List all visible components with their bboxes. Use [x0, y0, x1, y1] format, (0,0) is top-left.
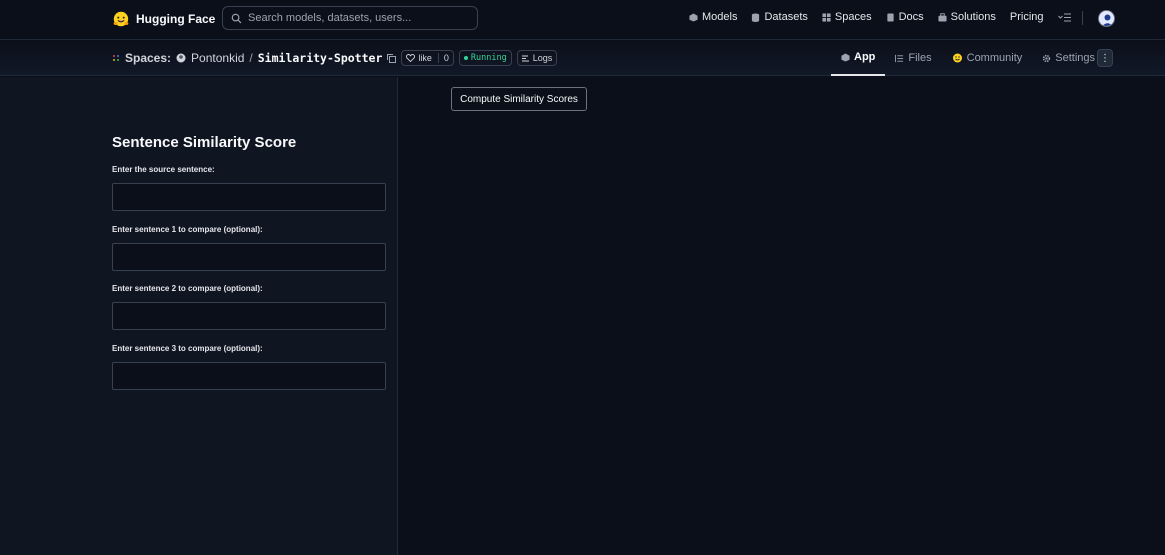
nav-links: Models Datasets Spaces Docs Solutions Pr…	[689, 11, 1072, 23]
nav-datasets[interactable]: Datasets	[751, 11, 808, 23]
menu-icon	[1057, 13, 1071, 21]
datasets-icon	[752, 12, 760, 22]
logs-label: Logs	[532, 53, 553, 63]
nav-models[interactable]: Models	[689, 11, 737, 23]
copy-icon[interactable]	[387, 53, 397, 63]
space-header: Spaces: Pontonkid / Similarity-Spotter lik…	[0, 40, 1165, 76]
sentence-1-input[interactable]	[112, 243, 386, 271]
source-sentence-input[interactable]	[112, 183, 386, 211]
spaces-grid-icon	[113, 55, 119, 61]
nav-divider	[1082, 11, 1083, 25]
docs-icon	[886, 12, 894, 22]
path-separator: /	[249, 51, 253, 65]
like-count: 0	[437, 53, 449, 63]
nav-solutions-label: Solutions	[950, 11, 996, 23]
space-tabs: App Files Community Settings	[831, 40, 1105, 76]
nav-models-label: Models	[702, 11, 738, 23]
brand-name: Hugging Face	[136, 12, 216, 26]
source-sentence-label: Enter the source sentence:	[112, 165, 215, 174]
status-badge: Running	[458, 50, 512, 66]
app-icon	[841, 52, 850, 62]
nav-spaces-label: Spaces	[834, 11, 872, 23]
status-text: Running	[470, 53, 507, 63]
hugging-face-logo-icon	[113, 11, 129, 27]
tab-files-label: Files	[908, 52, 932, 64]
tab-app-label: App	[854, 51, 876, 63]
user-avatar-icon	[1099, 11, 1114, 26]
files-icon	[895, 54, 904, 62]
nav-pricing-label: Pricing	[1009, 11, 1044, 23]
nav-more-menu[interactable]	[1057, 13, 1072, 22]
search-input[interactable]	[248, 12, 468, 24]
app-title: Sentence Similarity Score	[112, 134, 297, 151]
search-box[interactable]	[222, 6, 478, 30]
spaces-label: Spaces:	[125, 51, 172, 65]
sentence-2-input[interactable]	[112, 302, 386, 330]
sentence-2-label: Enter sentence 2 to compare (optional):	[112, 284, 263, 293]
spaces-icon	[822, 12, 831, 22]
top-navigation: Hugging Face Models Datasets Spaces Docs…	[0, 0, 1165, 40]
tab-community-label: Community	[966, 52, 1023, 64]
nav-docs-label: Docs	[898, 11, 924, 23]
tab-community[interactable]: Community	[942, 40, 1033, 76]
kebab-icon: ⋮	[1100, 52, 1110, 64]
sentence-3-label: Enter sentence 3 to compare (optional):	[112, 344, 263, 353]
status-dot	[463, 56, 468, 60]
tab-app[interactable]: App	[831, 40, 886, 76]
owner-link[interactable]: Pontonkid	[191, 51, 244, 65]
owner-avatar-icon	[176, 53, 186, 63]
nav-pricing[interactable]: Pricing	[1010, 11, 1044, 23]
brand-link[interactable]: Hugging Face	[112, 10, 215, 28]
tab-settings[interactable]: Settings	[1032, 40, 1105, 76]
more-options-button[interactable]: ⋮	[1097, 49, 1113, 67]
solutions-icon	[938, 12, 947, 22]
gear-icon	[1043, 54, 1051, 62]
models-icon	[689, 12, 698, 22]
compute-similarity-button[interactable]: Compute Similarity Scores	[451, 87, 587, 111]
nav-spaces[interactable]: Spaces	[822, 11, 872, 23]
tab-files[interactable]: Files	[885, 40, 941, 76]
user-avatar[interactable]	[1098, 10, 1115, 27]
nav-datasets-label: Datasets	[764, 11, 808, 23]
logs-icon	[521, 55, 529, 61]
community-icon	[952, 53, 962, 63]
nav-docs[interactable]: Docs	[886, 11, 924, 23]
repo-name-link[interactable]: Similarity-Spotter	[258, 51, 383, 65]
nav-solutions[interactable]: Solutions	[938, 11, 996, 23]
sentence-1-label: Enter sentence 1 to compare (optional):	[112, 225, 263, 234]
search-icon	[231, 13, 242, 23]
logs-button[interactable]: Logs	[516, 50, 558, 66]
like-label: like	[418, 53, 432, 63]
tab-settings-label: Settings	[1055, 52, 1095, 64]
heart-icon	[406, 54, 416, 62]
sentence-3-input[interactable]	[112, 362, 386, 390]
like-button[interactable]: like 0	[401, 50, 454, 66]
